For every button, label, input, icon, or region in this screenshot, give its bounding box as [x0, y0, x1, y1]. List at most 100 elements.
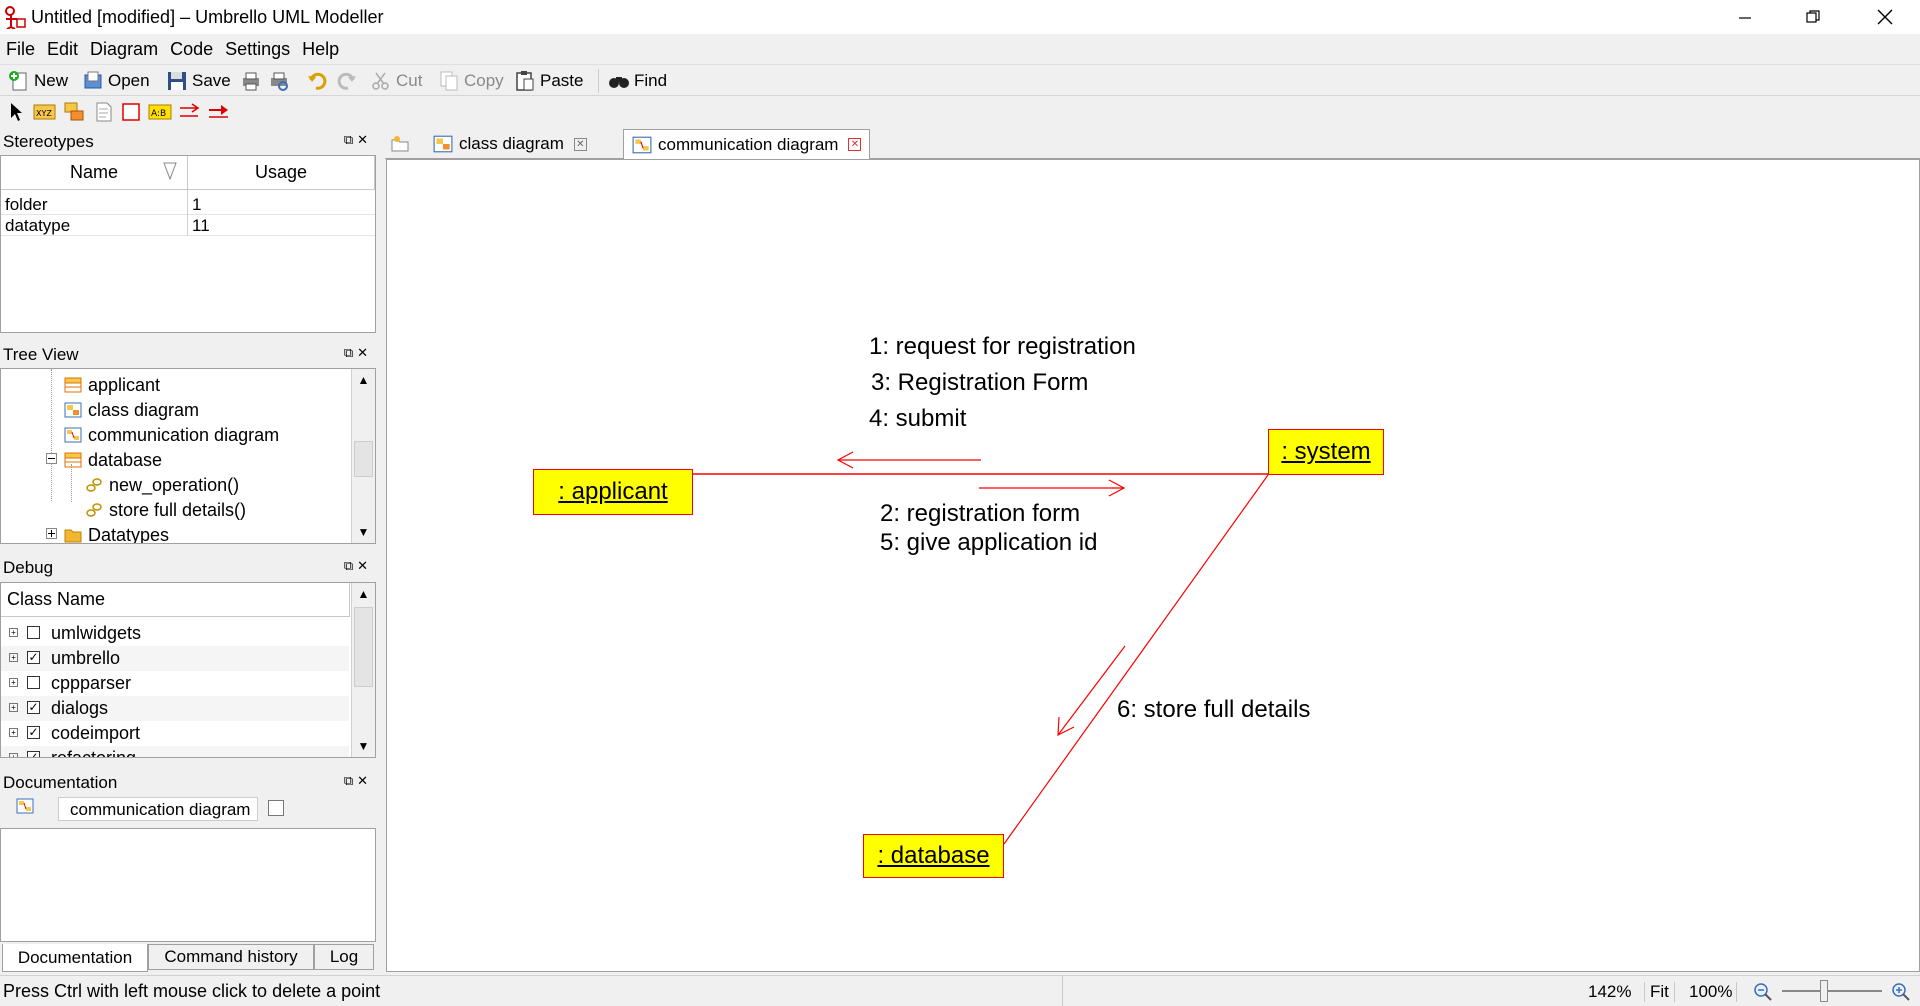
object-system[interactable]: : system	[1268, 429, 1384, 475]
menu-diagram[interactable]: Diagram	[84, 35, 164, 63]
note-tool-icon[interactable]	[94, 101, 114, 123]
menu-file[interactable]: File	[0, 35, 41, 63]
message-sync-tool-icon[interactable]	[207, 103, 231, 121]
checkbox[interactable]	[27, 626, 40, 639]
list-item[interactable]: + ✓ dialogs	[1, 696, 349, 721]
close-window-button[interactable]	[1850, 0, 1920, 34]
new-diagram-tab-icon[interactable]	[391, 135, 411, 153]
documentation-textarea[interactable]	[0, 828, 376, 942]
scroll-down-arrow-icon[interactable]: ▼	[352, 521, 375, 543]
tab-log[interactable]: Log	[314, 944, 374, 970]
expand-icon[interactable]: +	[9, 678, 18, 687]
minimize-button[interactable]	[1710, 0, 1780, 34]
message-label-5[interactable]: 5: give application id	[880, 529, 1097, 557]
close-tab-icon[interactable]: ✕	[573, 137, 587, 151]
tree-item-store-full-details[interactable]: store full details()	[85, 498, 246, 522]
tree-item-applicant[interactable]: applicant	[64, 373, 160, 397]
paste-button[interactable]: Paste	[514, 68, 583, 94]
message-label-1[interactable]: 1: request for registration	[869, 333, 1136, 361]
column-header-name[interactable]: Name	[1, 156, 188, 190]
tree-item-database[interactable]: database	[64, 448, 162, 472]
list-item[interactable]: + ✓ umbrello	[1, 646, 349, 671]
message-label-2[interactable]: 2: registration form	[880, 500, 1080, 528]
menu-edit[interactable]: Edit	[41, 35, 84, 63]
cut-button[interactable]: Cut	[370, 68, 422, 94]
message-async-tool-icon[interactable]	[178, 103, 202, 121]
save-button[interactable]: Save	[166, 68, 231, 94]
dock-splitter[interactable]	[378, 127, 384, 973]
expand-icon[interactable]: +	[9, 728, 18, 737]
zoom-slider-handle[interactable]	[1820, 980, 1828, 1002]
collapse-icon[interactable]	[46, 453, 57, 464]
table-row[interactable]: datatype 11	[1, 215, 375, 236]
menu-code[interactable]: Code	[164, 35, 219, 63]
dock-buttons[interactable]: ⧉✕	[344, 345, 372, 361]
redo-button[interactable]	[336, 68, 362, 94]
scroll-up-arrow-icon[interactable]: ▲	[352, 583, 375, 605]
copy-button[interactable]: Copy	[438, 68, 504, 94]
scroll-up-arrow-icon[interactable]: ▲	[352, 369, 375, 391]
tree-item-datatypes[interactable]: Datatypes	[64, 523, 169, 543]
find-button[interactable]: Find	[608, 68, 667, 94]
expand-icon[interactable]: +	[9, 753, 18, 757]
tree-item-communication-diagram[interactable]: communication diagram	[64, 423, 279, 447]
undo-button[interactable]	[306, 68, 332, 94]
dock-buttons[interactable]: ⧉✕	[344, 558, 372, 574]
print-button[interactable]	[240, 68, 266, 94]
tree-scrollbar[interactable]: ▲ ▼	[351, 369, 375, 543]
expand-icon[interactable]: +	[9, 628, 18, 637]
object-tool-icon[interactable]	[63, 101, 87, 123]
zoom-slider-track[interactable]	[1782, 990, 1882, 992]
tab-communication-diagram[interactable]: communication diagram ✕	[623, 129, 871, 159]
message-label-3[interactable]: 3: Registration Form	[871, 369, 1088, 397]
table-row[interactable]: folder 1	[1, 194, 375, 215]
scroll-down-arrow-icon[interactable]: ▼	[352, 735, 375, 757]
diagram-canvas[interactable]: : applicant : system : database 1: reque…	[386, 159, 1920, 972]
dock-buttons[interactable]: ⧉✕	[344, 132, 372, 148]
list-item[interactable]: + ✓ refactoring	[1, 746, 349, 757]
restore-button[interactable]	[1778, 0, 1848, 34]
checkbox[interactable]: ✓	[27, 701, 40, 714]
expand-icon[interactable]: +	[9, 703, 18, 712]
zoom-in-icon[interactable]	[1890, 981, 1912, 1003]
menu-help[interactable]: Help	[296, 35, 345, 63]
zoom-out-icon[interactable]	[1752, 981, 1774, 1003]
scroll-thumb[interactable]	[354, 607, 373, 687]
expand-icon[interactable]: +	[9, 653, 18, 662]
checkbox[interactable]: ✓	[27, 726, 40, 739]
checkbox[interactable]: ✓	[27, 651, 40, 664]
expand-icon[interactable]	[46, 528, 57, 539]
new-button[interactable]: New	[8, 68, 68, 94]
datatype-tool-icon[interactable]: XYZ	[33, 102, 57, 122]
debug-scrollbar[interactable]: ▲ ▼	[351, 583, 375, 757]
message-label-4[interactable]: 4: submit	[869, 405, 966, 433]
column-header-usage[interactable]: Usage	[188, 156, 375, 190]
tree-item-class-diagram[interactable]: class diagram	[64, 398, 199, 422]
print-preview-button[interactable]	[268, 68, 294, 94]
list-item[interactable]: + umlwidgets	[1, 621, 349, 646]
box-tool-icon[interactable]	[121, 102, 141, 122]
tab-class-diagram[interactable]: class diagram ✕	[425, 129, 595, 159]
select-arrow-icon[interactable]	[8, 102, 26, 122]
zoom-reset-button[interactable]: 100%	[1685, 982, 1738, 1002]
tree-item-new-operation[interactable]: new_operation()	[85, 473, 239, 497]
message-label-6[interactable]: 6: store full details	[1117, 696, 1310, 724]
menu-settings[interactable]: Settings	[219, 35, 296, 63]
scroll-thumb[interactable]	[354, 441, 373, 477]
list-item[interactable]: + cppparser	[1, 671, 349, 696]
zoom-fit-button[interactable]: Fit	[1644, 982, 1675, 1002]
checkbox[interactable]: ✓	[27, 751, 40, 757]
tab-documentation[interactable]: Documentation	[2, 944, 148, 972]
tab-command-history[interactable]: Command history	[148, 944, 314, 970]
text-tool-icon[interactable]: A:B	[148, 103, 172, 121]
object-applicant[interactable]: : applicant	[533, 469, 693, 515]
checkbox[interactable]	[27, 676, 40, 689]
object-database[interactable]: : database	[863, 834, 1004, 878]
close-tab-icon[interactable]: ✕	[848, 138, 862, 151]
documentation-name-field[interactable]: communication diagram	[58, 797, 258, 821]
open-button[interactable]: Open	[82, 68, 150, 94]
documentation-checkbox[interactable]	[268, 800, 284, 816]
list-item[interactable]: + ✓ codeimport	[1, 721, 349, 746]
column-header-class-name[interactable]: Class Name	[1, 583, 350, 617]
dock-buttons[interactable]: ⧉✕	[344, 773, 372, 789]
